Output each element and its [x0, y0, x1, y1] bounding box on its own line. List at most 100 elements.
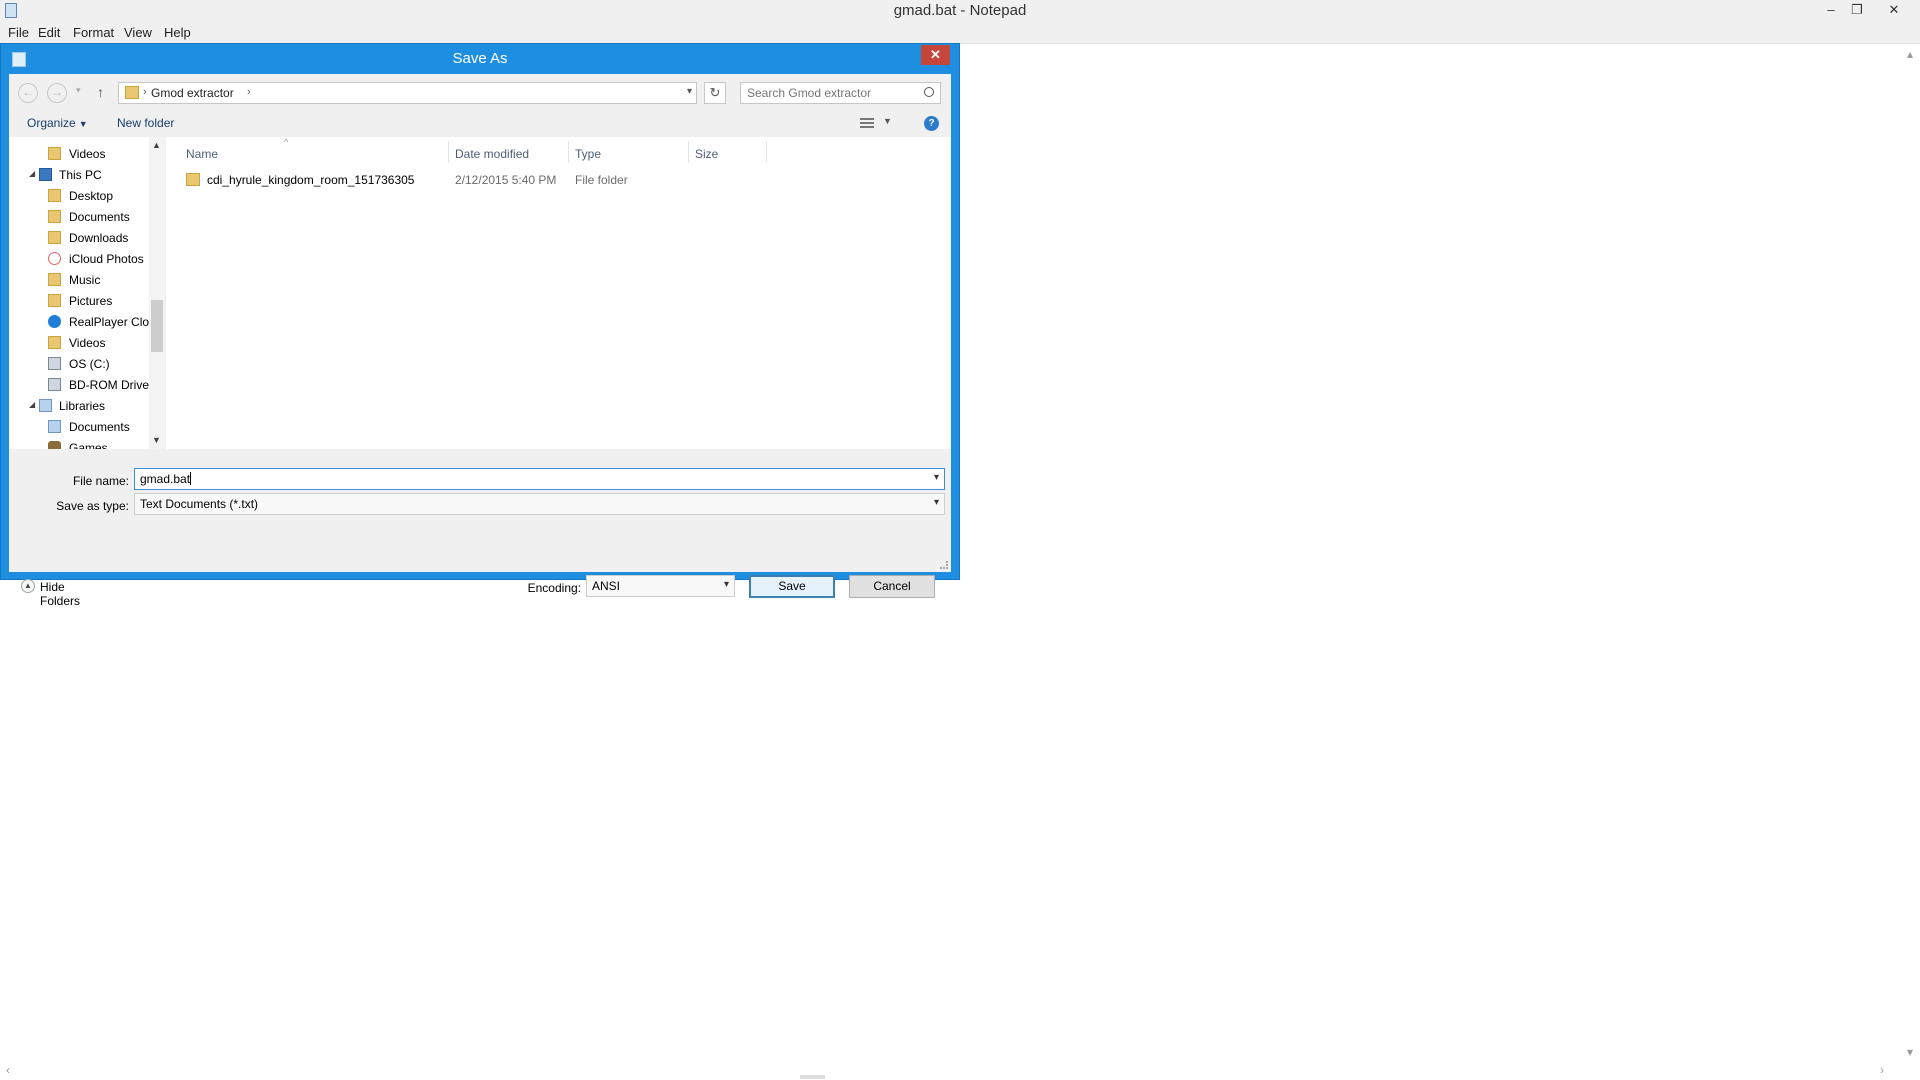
- up-arrow-icon[interactable]: ↑: [97, 84, 104, 100]
- nav-item-library-documents[interactable]: Documents: [9, 418, 149, 436]
- maximize-button[interactable]: ❐: [1845, 0, 1869, 20]
- address-dropdown-icon[interactable]: ▾: [687, 86, 692, 97]
- save-button[interactable]: Save: [749, 575, 835, 598]
- column-divider[interactable]: [448, 141, 449, 163]
- change-view-icon[interactable]: [860, 118, 874, 128]
- folder-icon: [48, 273, 61, 286]
- menu-view[interactable]: View: [124, 25, 152, 40]
- back-arrow-icon[interactable]: ←: [18, 83, 38, 103]
- encoding-value: ANSI: [592, 579, 621, 593]
- navigation-scrollbar[interactable]: ▲ ▼: [149, 137, 165, 449]
- hide-folders-label: Hide Folders: [40, 580, 81, 608]
- nav-item-label: Documents: [69, 420, 130, 434]
- save-as-type-value: Text Documents (*.txt): [140, 497, 259, 511]
- column-header-size[interactable]: Size: [695, 147, 718, 161]
- scroll-up-arrow-icon[interactable]: ▲: [152, 140, 161, 150]
- encoding-label: Encoding:: [527, 581, 581, 595]
- videos-icon: [48, 147, 61, 160]
- organize-label: Organize: [27, 116, 76, 130]
- column-divider[interactable]: [688, 141, 689, 163]
- refresh-icon[interactable]: ↻: [704, 82, 726, 104]
- dialog-title: Save As: [452, 50, 508, 67]
- nav-item-label: Libraries: [59, 399, 106, 413]
- horizontal-scrollbar[interactable]: ‹ ›: [0, 1063, 1900, 1080]
- text-cursor: [190, 472, 192, 485]
- scroll-down-arrow-icon[interactable]: ▼: [152, 435, 161, 445]
- menu-file[interactable]: File: [8, 25, 29, 40]
- realplayer-icon: [48, 315, 61, 328]
- nav-item-games[interactable]: Games: [9, 439, 149, 449]
- scroll-down-arrow-icon[interactable]: ▾: [1900, 1045, 1920, 1059]
- nav-item-label: This PC: [59, 168, 102, 182]
- nav-item-documents[interactable]: Documents: [9, 208, 149, 226]
- chevron-down-icon: ▼: [78, 119, 88, 129]
- search-input[interactable]: [745, 85, 915, 101]
- organize-button[interactable]: Organize ▼: [27, 116, 88, 130]
- column-divider[interactable]: [766, 141, 767, 163]
- breadcrumb-separator[interactable]: ›: [143, 86, 147, 98]
- column-header-date-modified[interactable]: Date modified: [455, 147, 529, 161]
- nav-item-label: Documents: [69, 210, 130, 224]
- nav-item-videos[interactable]: Videos: [9, 145, 149, 163]
- file-name-dropdown-icon[interactable]: ▾: [934, 472, 939, 483]
- new-folder-button[interactable]: New folder: [117, 116, 174, 130]
- folder-icon: [125, 86, 139, 99]
- nav-item-bd-rom-drive[interactable]: BD-ROM Drive: [9, 376, 149, 394]
- breadcrumb-separator[interactable]: ›: [247, 86, 251, 98]
- scroll-left-arrow-icon[interactable]: ‹: [6, 1063, 10, 1077]
- vertical-scrollbar[interactable]: ▴ ▾: [1900, 45, 1920, 1070]
- nav-item-libraries[interactable]: ◢ Libraries: [9, 397, 149, 415]
- save-as-type-label: Save as type:: [56, 499, 129, 513]
- minimize-button[interactable]: –: [1819, 0, 1843, 20]
- nav-item-os-c[interactable]: OS (C:): [9, 355, 149, 373]
- nav-item-label: Games: [69, 441, 108, 449]
- menu-help[interactable]: Help: [164, 25, 191, 40]
- save-as-type-dropdown-icon[interactable]: ▾: [934, 497, 939, 508]
- sort-ascending-icon: ^: [284, 137, 289, 147]
- notepad-titlebar: gmad.bat - Notepad – ❐ ✕: [0, 0, 1920, 22]
- help-icon[interactable]: ?: [924, 116, 939, 131]
- encoding-dropdown-icon[interactable]: ▾: [724, 579, 729, 590]
- column-divider[interactable]: [568, 141, 569, 163]
- file-row[interactable]: cdi_hyrule_kingdom_room_151736305 2/12/2…: [166, 169, 951, 191]
- address-bar[interactable]: › Gmod extractor › ▾: [118, 82, 697, 104]
- navigation-scroll-thumb[interactable]: [151, 300, 163, 352]
- computer-icon: [39, 168, 52, 181]
- dialog-close-button[interactable]: ✕: [921, 45, 950, 65]
- nav-item-realplayer-cloud[interactable]: RealPlayer Clou: [9, 313, 149, 331]
- horizontal-scroll-thumb[interactable]: [800, 1075, 825, 1079]
- scroll-right-arrow-icon[interactable]: ›: [1880, 1063, 1884, 1077]
- recent-locations-chevron-icon[interactable]: ▾: [76, 85, 81, 96]
- resize-grip-icon[interactable]: [940, 561, 948, 569]
- nav-item-videos[interactable]: Videos: [9, 334, 149, 352]
- nav-item-this-pc[interactable]: ◢ This PC: [9, 166, 149, 184]
- folder-icon: [48, 231, 61, 244]
- cancel-button[interactable]: Cancel: [849, 575, 935, 598]
- expand-chevron-icon[interactable]: ◢: [29, 400, 35, 409]
- forward-arrow-icon[interactable]: →: [47, 83, 67, 103]
- nav-item-pictures[interactable]: Pictures: [9, 292, 149, 310]
- close-window-button[interactable]: ✕: [1882, 0, 1906, 20]
- menu-format[interactable]: Format: [73, 25, 114, 40]
- window-title: gmad.bat - Notepad: [893, 2, 1027, 19]
- scroll-up-arrow-icon[interactable]: ▴: [1900, 47, 1920, 61]
- nav-item-desktop[interactable]: Desktop: [9, 187, 149, 205]
- column-header-type[interactable]: Type: [575, 147, 601, 161]
- library-icon: [39, 399, 52, 412]
- save-as-type-select[interactable]: Text Documents (*.txt) ▾: [134, 493, 945, 515]
- view-options-chevron-icon[interactable]: ▼: [883, 116, 892, 126]
- menu-edit[interactable]: Edit: [38, 25, 60, 40]
- dialog-titlebar[interactable]: Save As: [1, 44, 959, 72]
- column-header-name[interactable]: Name: [186, 147, 218, 161]
- menu-bar: File Edit Format View Help: [0, 22, 1920, 44]
- nav-item-music[interactable]: Music: [9, 271, 149, 289]
- nav-item-label: iCloud Photos: [69, 252, 144, 266]
- search-box[interactable]: [740, 82, 941, 104]
- breadcrumb-gmod-extractor[interactable]: Gmod extractor: [151, 86, 234, 100]
- nav-item-downloads[interactable]: Downloads: [9, 229, 149, 247]
- nav-item-icloud-photos[interactable]: iCloud Photos: [9, 250, 149, 268]
- expand-chevron-icon[interactable]: ◢: [29, 169, 35, 178]
- search-icon[interactable]: [924, 87, 934, 97]
- encoding-select[interactable]: ANSI ▾: [586, 575, 735, 597]
- file-name-field[interactable]: gmad.bat ▾: [134, 468, 945, 490]
